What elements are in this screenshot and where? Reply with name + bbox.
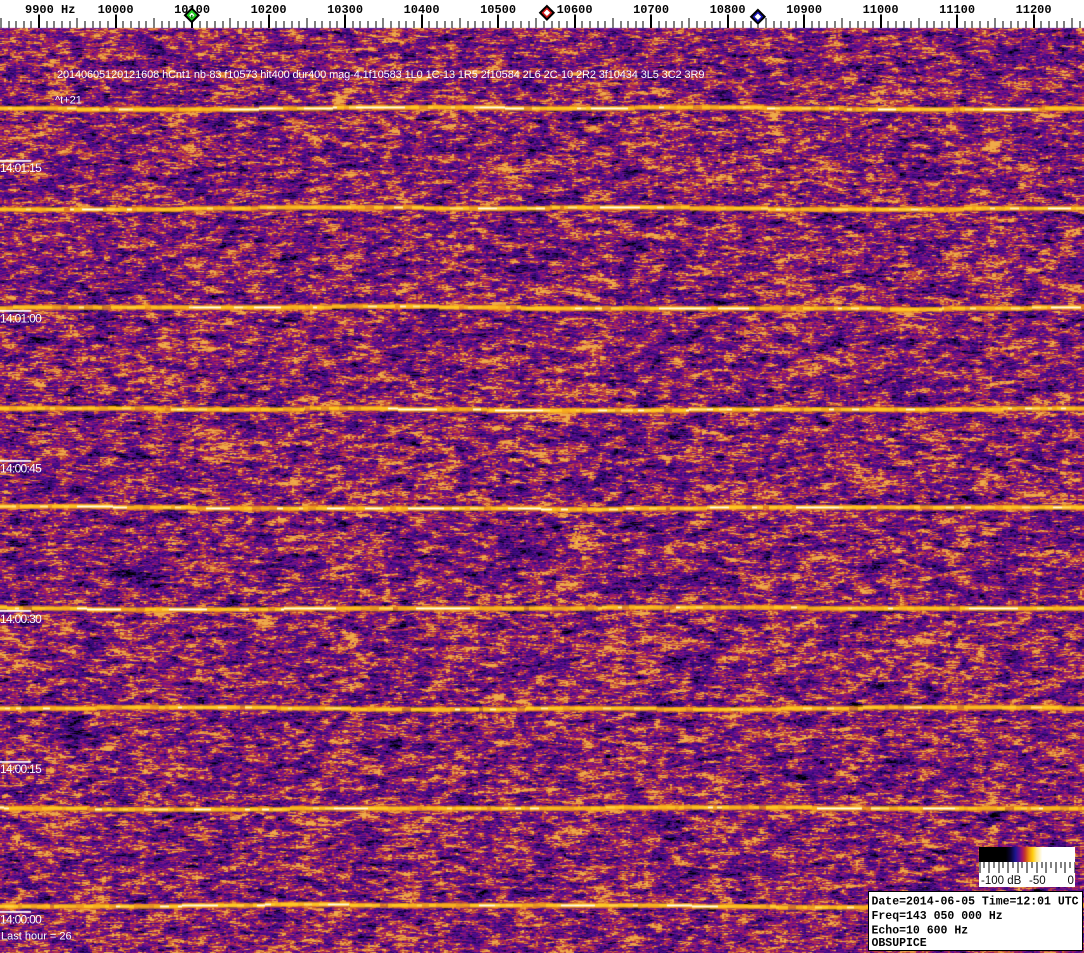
svg-text:^t+21: ^t+21 (55, 95, 82, 107)
svg-text:Last hour = 26: Last hour = 26 (1, 931, 72, 943)
svg-text:14:01:00: 14:01:00 (0, 311, 42, 325)
svg-text:-50: -50 (1029, 875, 1046, 887)
svg-text:Freq=143 050 000 Hz: Freq=143 050 000 Hz (872, 910, 1003, 923)
svg-text:OBSUPICE: OBSUPICE (872, 937, 927, 950)
svg-text:14:01:15: 14:01:15 (0, 161, 42, 175)
svg-text:Echo=10 600 Hz: Echo=10 600 Hz (872, 925, 969, 938)
svg-text:20140605120121608 hCnt1 nb-83: 20140605120121608 hCnt1 nb-83 f10573 hit… (57, 69, 704, 81)
svg-text:14:00:45: 14:00:45 (0, 462, 42, 476)
svg-text:Date=2014-06-05 Time=12:01 UTC: Date=2014-06-05 Time=12:01 UTC (872, 896, 1079, 909)
svg-text:14:00:30: 14:00:30 (0, 612, 42, 626)
svg-text:-100 dB: -100 dB (981, 875, 1022, 887)
svg-text:14:00:00: 14:00:00 (0, 913, 42, 927)
svg-text:14:00:15: 14:00:15 (0, 762, 42, 776)
svg-text:0: 0 (1068, 875, 1074, 887)
